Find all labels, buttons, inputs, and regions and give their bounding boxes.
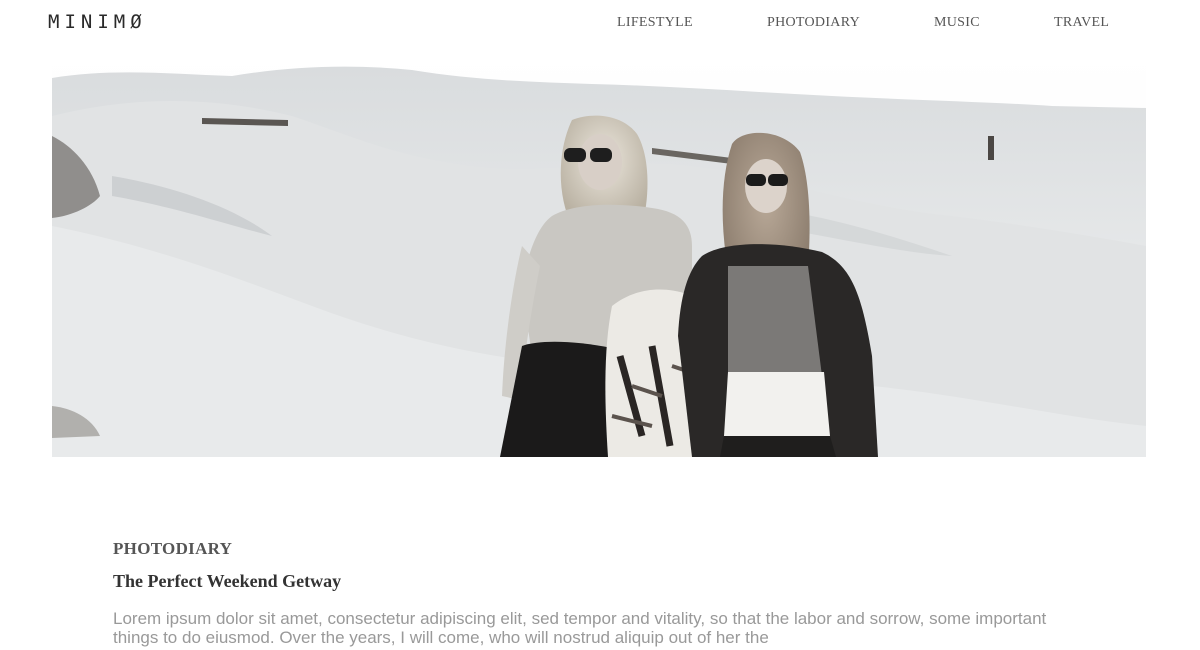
main-nav: LIFESTYLE PHOTODIARY MUSIC TRAVEL xyxy=(0,14,1200,34)
article-category[interactable]: PHOTODIARY xyxy=(113,538,1093,560)
nav-item-music[interactable]: MUSIC xyxy=(934,14,980,32)
hero-photo xyxy=(52,56,1146,457)
nav-item-lifestyle[interactable]: LIFESTYLE xyxy=(617,14,693,32)
nav-item-travel[interactable]: TRAVEL xyxy=(1054,14,1109,32)
article-title[interactable]: The Perfect Weekend Getway xyxy=(113,570,1093,592)
site-header: MINIMØ LIFESTYLE PHOTODIARY MUSIC TRAVEL xyxy=(0,0,1200,48)
nav-item-photodiary[interactable]: PHOTODIARY xyxy=(767,14,860,32)
hero-image[interactable] xyxy=(52,56,1146,457)
article-preview: PHOTODIARY The Perfect Weekend Getway Lo… xyxy=(113,538,1093,647)
article-excerpt: Lorem ipsum dolor sit amet, consectetur … xyxy=(113,609,1047,647)
